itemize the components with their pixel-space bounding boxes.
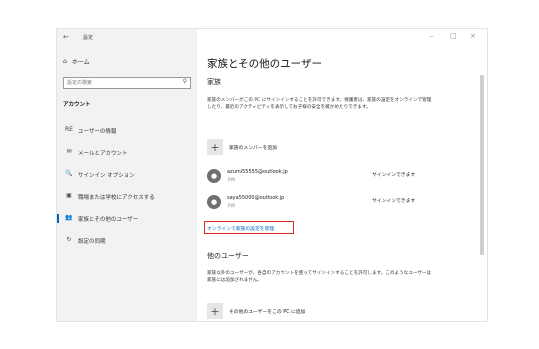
family-account-row[interactable]: ● azumi55555@outlook.jp 子供 サインインできます xyxy=(207,168,437,184)
other-users-description: 家族以外のユーザーが、各自のアカウントを使ってサインインすることを許可します。こ… xyxy=(207,271,432,283)
add-family-member-label: 家族のメンバーを追加 xyxy=(229,145,277,151)
main-content: – □ × 家族とその他のユーザー 家族 家族のメンバーがこの PC にサインイ… xyxy=(197,29,487,321)
sidebar-item-signin-options[interactable]: 🔍 サインイン オプション xyxy=(57,167,197,181)
minimize-button[interactable]: – xyxy=(430,32,434,40)
page-title: 家族とその他のユーザー xyxy=(207,58,322,70)
sidebar-item-label: 職場または学校にアクセスする xyxy=(78,195,155,201)
sidebar-item-family-other-users[interactable]: 👥 家族とその他のユーザー xyxy=(57,211,197,225)
sync-icon: ↻ xyxy=(66,236,72,243)
window-title: 設定 xyxy=(83,35,94,41)
sidebar-item-label: メールとアカウント xyxy=(78,151,128,157)
family-heading: 家族 xyxy=(207,78,221,86)
mail-icon: ✉ xyxy=(66,148,72,155)
family-description: 家族のメンバーがこの PC にサインインすることを許可できます。保護者は、家族の… xyxy=(207,98,432,110)
add-other-user-button[interactable]: + その他のユーザーをこの PC に追加 xyxy=(207,303,305,319)
family-account-row[interactable]: ● saya55000@outlook.jp 子供 サインインできます xyxy=(207,194,437,210)
people-icon: 👥 xyxy=(65,214,73,221)
avatar: ● xyxy=(207,169,221,183)
account-role: 子供 xyxy=(227,177,235,182)
sidebar-item-sync-settings[interactable]: ↻ 設定の同期 xyxy=(57,233,197,247)
search-box[interactable]: ⚲ xyxy=(63,77,191,89)
maximize-button[interactable]: □ xyxy=(450,32,457,40)
manage-family-online-link[interactable]: オンラインで家族の設定を管理 xyxy=(207,225,274,232)
add-other-user-label: その他のユーザーをこの PC に追加 xyxy=(229,309,306,315)
person-card-icon: RE xyxy=(65,126,73,133)
other-users-heading: 他のユーザー xyxy=(207,252,249,260)
sidebar-item-access-work-school[interactable]: ▣ 職場または学校にアクセスする xyxy=(57,189,197,203)
account-status: サインインできます xyxy=(372,173,416,178)
person-icon: ● xyxy=(210,172,218,180)
home-label: ホーム xyxy=(71,59,90,66)
back-arrow-icon[interactable]: ← xyxy=(63,33,69,41)
sidebar-item-label: サインイン オプション xyxy=(78,173,135,179)
person-icon: ● xyxy=(210,198,218,206)
search-icon[interactable]: ⚲ xyxy=(183,78,187,85)
sidebar-item-label: 設定の同期 xyxy=(78,239,106,245)
sidebar-item-email-accounts[interactable]: ✉ メールとアカウント xyxy=(57,145,197,159)
account-status: サインインできます xyxy=(372,199,416,204)
search-input[interactable] xyxy=(67,79,167,87)
key-icon: 🔍 xyxy=(65,170,73,177)
home-icon: ⌂ xyxy=(63,58,67,65)
sidebar-item-your-info[interactable]: RE ユーザーの情報 xyxy=(57,123,197,137)
briefcase-icon: ▣ xyxy=(66,192,72,199)
account-email: azumi55555@outlook.jp xyxy=(227,169,288,175)
sidebar: ← 設定 ⌂ ホーム ⚲ アカウント RE ユーザーの情報 ✉ メールとアカウン… xyxy=(57,29,197,321)
plus-icon: + xyxy=(207,139,223,155)
account-role: 子供 xyxy=(227,203,235,208)
plus-icon: + xyxy=(207,303,223,319)
sidebar-item-label: ユーザーの情報 xyxy=(78,129,117,135)
add-family-member-button[interactable]: + 家族のメンバーを追加 xyxy=(207,139,277,155)
sidebar-section-label: アカウント xyxy=(63,102,91,108)
close-button[interactable]: × xyxy=(470,32,476,40)
avatar: ● xyxy=(207,195,221,209)
scrollbar[interactable] xyxy=(480,75,484,255)
sidebar-item-label: 家族とその他のユーザー xyxy=(78,217,139,223)
account-email: saya55000@outlook.jp xyxy=(227,195,285,201)
sidebar-item-home[interactable]: ⌂ ホーム xyxy=(63,57,90,66)
settings-window: ← 設定 ⌂ ホーム ⚲ アカウント RE ユーザーの情報 ✉ メールとアカウン… xyxy=(57,29,487,321)
